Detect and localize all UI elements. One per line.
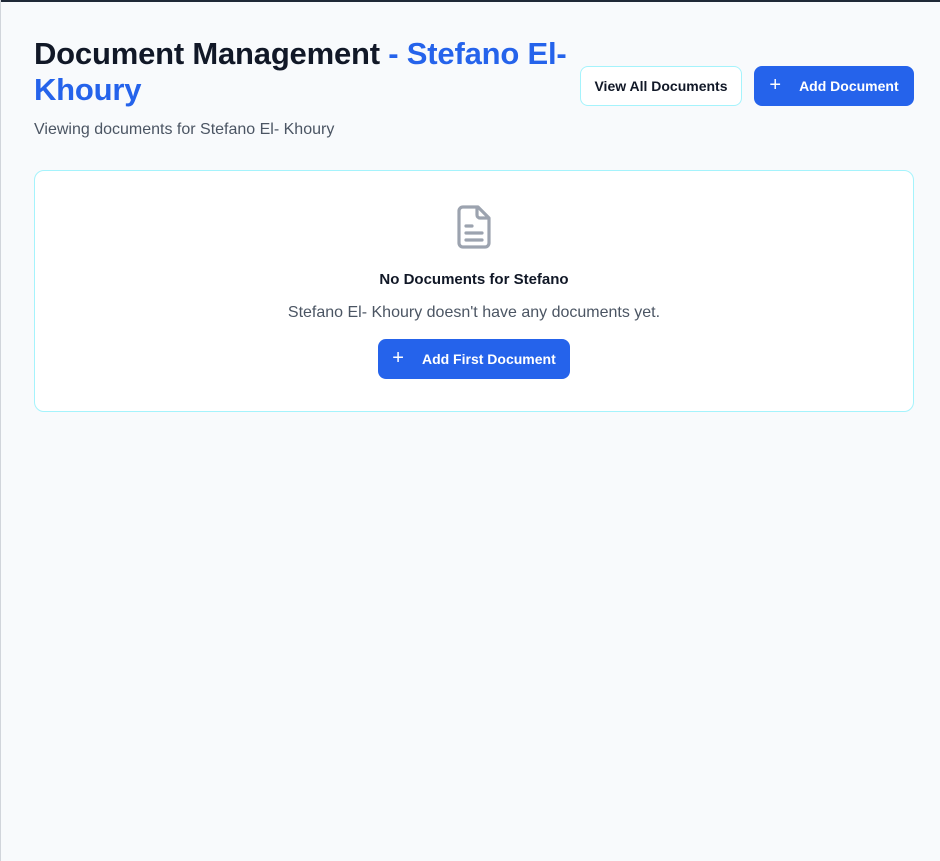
add-first-document-label: Add First Document xyxy=(421,351,556,367)
page-subtitle: Viewing documents for Stefano El- Khoury xyxy=(34,121,335,138)
view-all-documents-button[interactable]: View All Documents xyxy=(580,66,742,106)
plus-icon: + xyxy=(769,74,782,96)
empty-state-message: Stefano El- Khoury doesn't have any docu… xyxy=(287,304,661,321)
empty-state-card: No Documents for Stefano Stefano El- Kho… xyxy=(34,170,914,412)
window-left-border xyxy=(0,0,1,861)
view-all-documents-label: View All Documents xyxy=(594,78,728,94)
plus-icon: + xyxy=(392,347,404,369)
document-icon xyxy=(455,204,493,255)
add-document-label: Add Document xyxy=(799,78,899,94)
add-document-button[interactable]: + Add Document xyxy=(754,66,914,106)
add-first-document-button[interactable]: + Add First Document xyxy=(378,339,570,379)
page-title: Document Management - Stefano El- Khoury xyxy=(34,36,574,108)
window-top-border xyxy=(0,0,940,2)
page-title-text: Document Management xyxy=(34,36,380,71)
page-header: Document Management - Stefano El- Khoury… xyxy=(34,36,574,140)
empty-state-title: No Documents for Stefano xyxy=(379,271,569,288)
